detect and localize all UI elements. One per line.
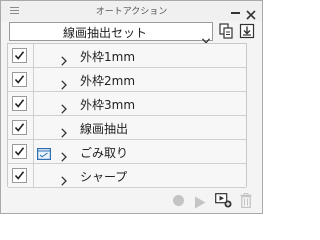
column-divider (33, 140, 34, 163)
auto-action-row[interactable]: 外枠1mm (8, 44, 246, 68)
chevron-right-icon[interactable] (61, 123, 67, 138)
auto-action-list: 外枠1mm 外枠2mm 外枠3mm 線画抽出 ごみ取り シャープ (7, 43, 247, 188)
column-divider (33, 68, 34, 91)
auto-action-row[interactable]: ごみ取り (8, 140, 246, 164)
enable-checkbox[interactable] (12, 120, 27, 135)
column-divider (33, 164, 34, 187)
set-dropdown-value: 線画抽出セット (62, 26, 147, 40)
bottom-toolbar (1, 189, 262, 213)
trash-icon[interactable] (240, 193, 252, 209)
import-set-icon[interactable] (239, 23, 255, 39)
minimize-icon[interactable] (231, 12, 240, 14)
chevron-right-icon[interactable] (61, 99, 67, 114)
list-scrollbar[interactable] (247, 43, 257, 187)
enable-checkbox[interactable] (12, 48, 27, 63)
auto-action-label: シャープ (80, 170, 128, 184)
enable-checkbox[interactable] (12, 144, 27, 159)
auto-action-label: 外枠2mm (80, 74, 136, 88)
column-divider (33, 92, 34, 115)
play-icon[interactable] (194, 194, 206, 209)
column-divider (33, 116, 34, 139)
enable-checkbox[interactable] (12, 72, 27, 87)
show-dialog-icon[interactable] (37, 145, 52, 161)
auto-action-set-dropdown[interactable]: 線画抽出セット (9, 22, 213, 44)
chevron-down-icon (202, 29, 210, 44)
chevron-right-icon[interactable] (61, 171, 67, 186)
panel-title: オートアクション (95, 7, 168, 17)
add-auto-action-icon[interactable] (215, 193, 232, 208)
record-icon[interactable] (173, 195, 184, 206)
close-icon[interactable] (246, 5, 256, 20)
auto-action-label: 線画抽出 (80, 122, 129, 136)
auto-action-row[interactable]: 外枠2mm (8, 68, 246, 92)
auto-action-label: ごみ取り (80, 146, 129, 160)
chevron-right-icon[interactable] (61, 75, 67, 90)
auto-action-panel: オートアクション 線画抽出セット 外枠1mm 外枠2mm 外枠3mm 線画抽出 … (0, 0, 263, 214)
panel-titlebar[interactable]: オートアクション (1, 1, 262, 21)
auto-action-row[interactable]: 線画抽出 (8, 116, 246, 140)
auto-action-row[interactable]: シャープ (8, 164, 246, 188)
enable-checkbox[interactable] (12, 96, 27, 111)
auto-action-label: 外枠1mm (80, 50, 136, 64)
chevron-right-icon[interactable] (61, 51, 67, 66)
auto-action-row[interactable]: 外枠3mm (8, 92, 246, 116)
column-divider (33, 44, 34, 67)
auto-action-label: 外枠3mm (80, 98, 136, 112)
enable-checkbox[interactable] (12, 168, 27, 183)
chevron-right-icon[interactable] (61, 147, 67, 162)
duplicate-set-icon[interactable] (219, 23, 233, 39)
